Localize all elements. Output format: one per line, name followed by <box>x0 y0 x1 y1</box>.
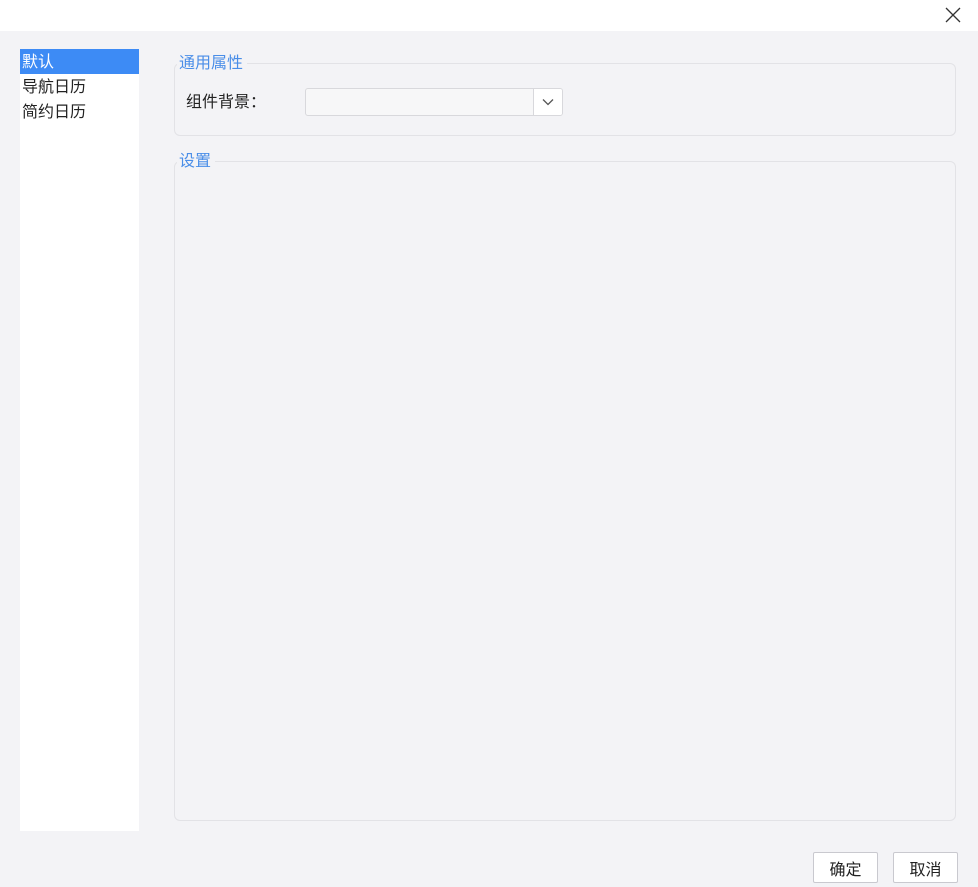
general-properties-legend: 通用属性 <box>179 53 244 72</box>
close-icon <box>945 7 961 23</box>
chevron-down-icon <box>542 99 554 106</box>
dropdown-button[interactable] <box>533 89 562 115</box>
style-list-item-nav-calendar[interactable]: 导航日历 <box>20 74 139 99</box>
cancel-button[interactable]: 取消 <box>893 852 958 883</box>
dialog-titlebar <box>0 0 978 31</box>
component-background-label: 组件背景： <box>186 92 267 111</box>
settings-legend: 设置 <box>179 151 212 170</box>
style-list: 默认 导航日历 简约日历 <box>20 49 139 831</box>
settings-group: 设置 <box>174 152 956 821</box>
close-button[interactable] <box>940 2 966 28</box>
component-background-select[interactable] <box>305 88 563 116</box>
ok-button[interactable]: 确定 <box>813 852 878 883</box>
general-properties-group: 通用属性 <box>174 54 956 136</box>
style-list-item-simple-calendar[interactable]: 简约日历 <box>20 99 139 124</box>
style-list-item-default[interactable]: 默认 <box>20 49 139 74</box>
